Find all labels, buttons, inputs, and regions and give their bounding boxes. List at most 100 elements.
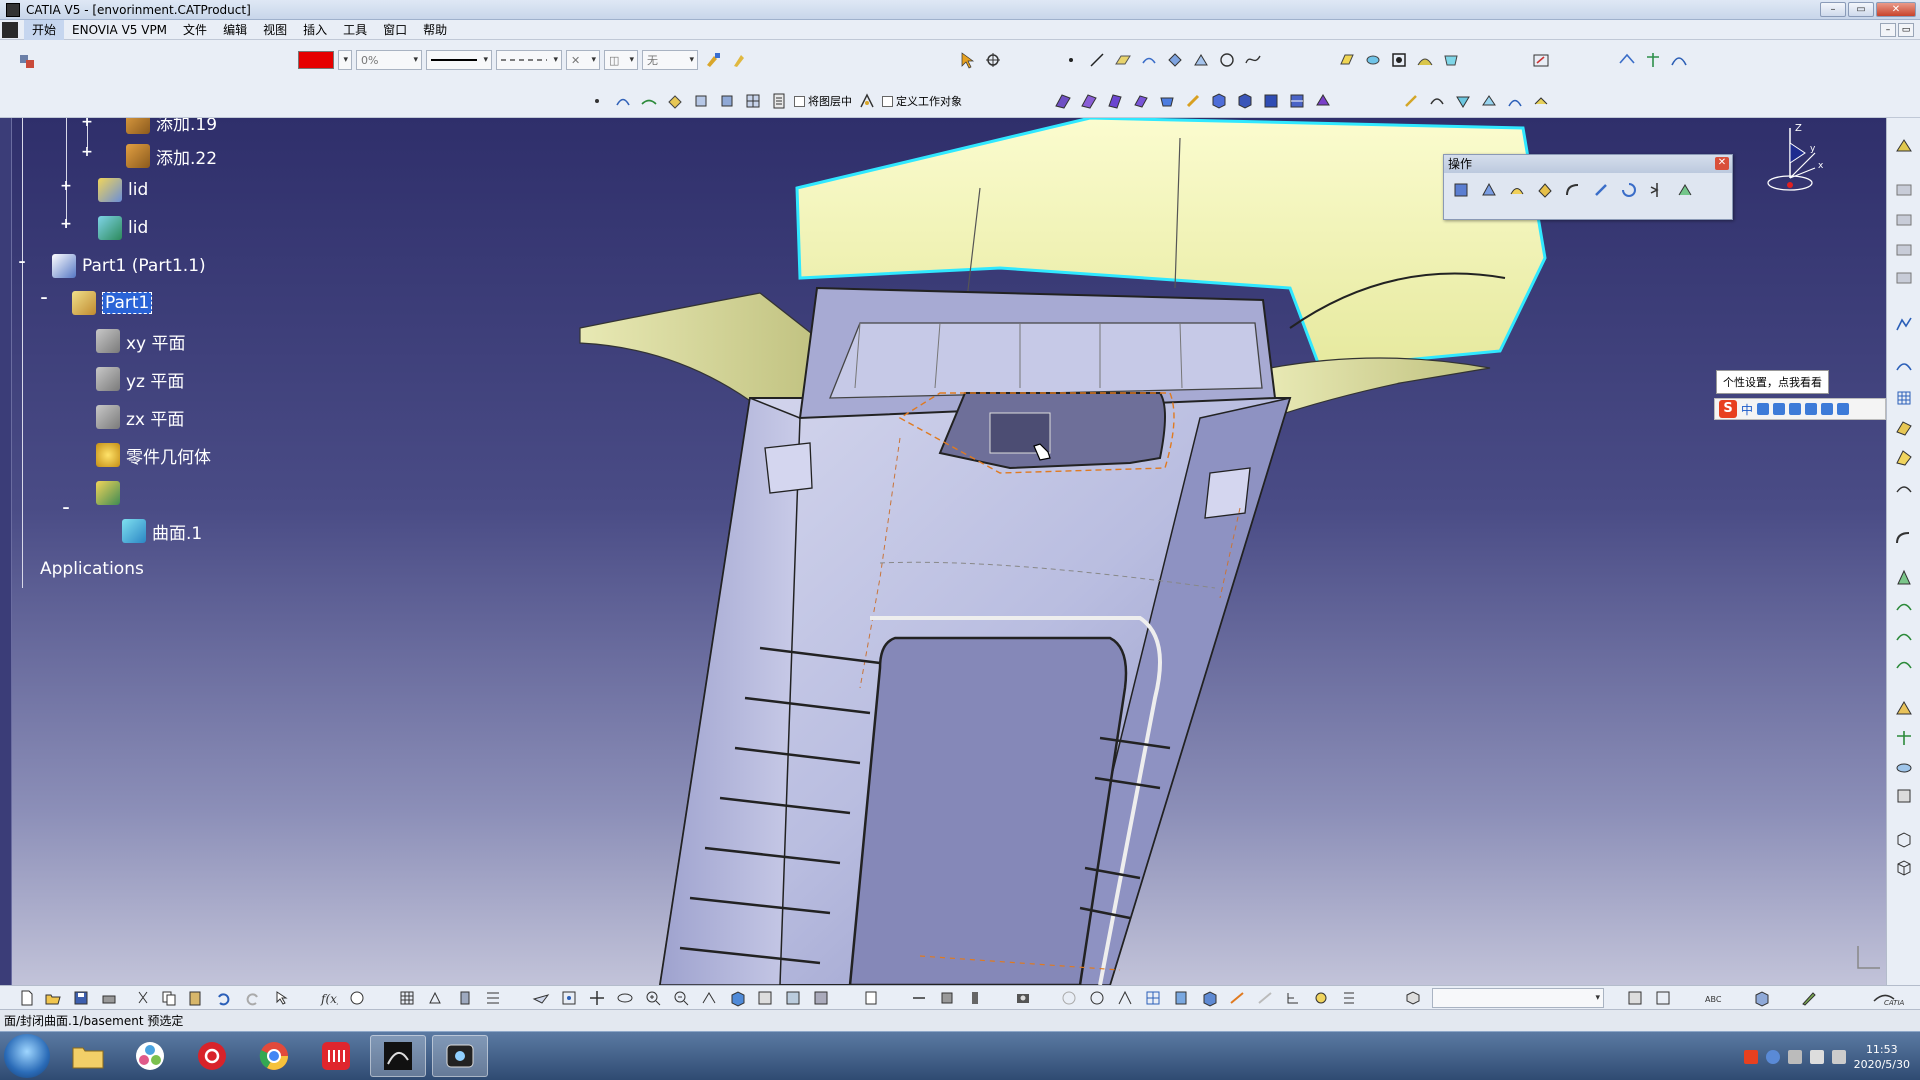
sketch-grid-icon[interactable]: [1116, 989, 1134, 1007]
layer-combo[interactable]: 无: [642, 50, 698, 70]
punctuation-icon[interactable]: [1757, 403, 1770, 415]
define-work-object-checkbox[interactable]: 定义工作对象: [882, 93, 962, 109]
transparency-combo[interactable]: 0%: [356, 50, 422, 70]
capture-icon[interactable]: [1014, 989, 1032, 1007]
color-dropdown[interactable]: [338, 50, 352, 70]
undo-icon[interactable]: [214, 989, 232, 1007]
pan-icon[interactable]: [588, 989, 606, 1007]
line-icon[interactable]: [1086, 49, 1108, 71]
thick-surface-icon[interactable]: [1234, 90, 1256, 112]
layer-3-icon[interactable]: [1894, 240, 1914, 260]
pencil-icon[interactable]: [1800, 989, 1818, 1007]
sketch-plane-icon[interactable]: [1894, 136, 1914, 156]
fly-mode-icon[interactable]: [532, 989, 550, 1007]
compass-reset-icon[interactable]: [1088, 989, 1106, 1007]
extract-op-icon[interactable]: [1534, 179, 1556, 201]
translate-op-icon[interactable]: [1590, 179, 1612, 201]
split-op-icon[interactable]: [1478, 179, 1500, 201]
abc-text-icon[interactable]: ABC: [1704, 989, 1722, 1007]
line-thickness-combo[interactable]: [426, 50, 492, 70]
dimension-icon[interactable]: [1228, 989, 1246, 1007]
boundary-op-icon[interactable]: [1506, 179, 1528, 201]
sogou-tray-icon[interactable]: [1743, 1049, 1758, 1064]
measure-inertia-icon[interactable]: [966, 989, 984, 1007]
projection-icon[interactable]: [1138, 49, 1160, 71]
connect-icon[interactable]: [1894, 356, 1914, 376]
boundary-icon[interactable]: [1104, 90, 1126, 112]
environment-icon[interactable]: [1894, 758, 1914, 778]
menu-help[interactable]: 帮助: [415, 20, 455, 40]
affinity-icon[interactable]: [1478, 90, 1500, 112]
measure-between-icon[interactable]: [910, 989, 928, 1007]
extrapolate-op-icon[interactable]: [1674, 179, 1696, 201]
symmetry-icon[interactable]: [1426, 90, 1448, 112]
taskbar-recorder[interactable]: [432, 1035, 488, 1077]
snap-icon[interactable]: [982, 49, 1004, 71]
split-solid-icon[interactable]: [1286, 90, 1308, 112]
knowledge-icon[interactable]: [426, 989, 444, 1007]
draft-icon[interactable]: [1894, 568, 1914, 588]
fill-icon[interactable]: [1440, 49, 1462, 71]
menu-view[interactable]: 视图: [255, 20, 295, 40]
light-icon[interactable]: [1312, 989, 1330, 1007]
menu-window[interactable]: 窗口: [375, 20, 415, 40]
layer-icon[interactable]: [1894, 180, 1914, 200]
maximize-button[interactable]: ▭: [1848, 2, 1874, 17]
healing-icon[interactable]: [638, 90, 660, 112]
rotate-op-icon[interactable]: [1618, 179, 1640, 201]
dress-up-icon[interactable]: [1894, 698, 1914, 718]
taskbar-app-5[interactable]: [308, 1035, 364, 1077]
axis-to-axis-icon[interactable]: [1504, 90, 1526, 112]
skin-icon[interactable]: [1821, 403, 1834, 415]
normal-view-icon[interactable]: [700, 989, 718, 1007]
3d-box-icon[interactable]: [1200, 989, 1218, 1007]
join-icon[interactable]: [612, 90, 634, 112]
minimize-button[interactable]: –: [1820, 2, 1846, 17]
bullet-icon[interactable]: [586, 90, 608, 112]
tree-node-zx-plane[interactable]: zx 平面: [96, 404, 184, 430]
taskbar-netease-music[interactable]: [184, 1035, 240, 1077]
sweep-icon[interactable]: [1414, 49, 1436, 71]
catalog-icon[interactable]: [768, 90, 790, 112]
network-tray-icon[interactable]: [1809, 1049, 1824, 1064]
scale-icon[interactable]: [1452, 90, 1474, 112]
rotate-view-icon[interactable]: [616, 989, 634, 1007]
sync-icon[interactable]: [1060, 989, 1078, 1007]
workbench-switch-icon[interactable]: [1626, 989, 1644, 1007]
tree-node-add-19[interactable]: 添加.19: [126, 118, 217, 135]
layer-2-icon[interactable]: [1894, 210, 1914, 230]
rendering-style-combo[interactable]: ◫: [604, 50, 638, 70]
tree-node-geometric-set[interactable]: [96, 480, 126, 506]
mapping-icon[interactable]: [1894, 728, 1914, 748]
curve-analysis-icon[interactable]: [1894, 596, 1914, 616]
offset-icon[interactable]: [1190, 49, 1212, 71]
save-icon[interactable]: [72, 989, 90, 1007]
intersection-icon[interactable]: [1164, 49, 1186, 71]
zoom-in-icon[interactable]: [644, 989, 662, 1007]
whats-this-icon[interactable]: [274, 989, 292, 1007]
update-icon[interactable]: [862, 989, 880, 1007]
analysis-icon[interactable]: [1616, 49, 1638, 71]
extrapolate-icon[interactable]: [1530, 90, 1552, 112]
render-icon[interactable]: [1752, 989, 1770, 1007]
tree-node-xy-plane[interactable]: xy 平面: [96, 328, 186, 354]
keyboard-icon[interactable]: [1805, 403, 1818, 415]
layout-icon[interactable]: [1654, 989, 1672, 1007]
filter-icon[interactable]: [1404, 989, 1422, 1007]
tree-expand-icon[interactable]: [1284, 989, 1302, 1007]
tree-node-applications[interactable]: Applications: [40, 556, 144, 582]
redo-icon[interactable]: [244, 989, 262, 1007]
connect-checker-icon[interactable]: [1894, 654, 1914, 674]
polyline-icon[interactable]: [1894, 314, 1914, 334]
select-arrow-icon[interactable]: [956, 49, 978, 71]
tree-node-lid-set[interactable]: lid: [98, 215, 148, 241]
shading-icon[interactable]: [812, 989, 830, 1007]
compass-icon[interactable]: Z y x: [1760, 123, 1840, 203]
ime-mode-label[interactable]: 中: [1741, 401, 1753, 418]
properties-painter-icon[interactable]: [728, 49, 750, 71]
taskbar-catia[interactable]: [370, 1035, 426, 1077]
painter-icon[interactable]: [702, 49, 724, 71]
workbench-icon[interactable]: [16, 50, 38, 72]
spline-icon[interactable]: [1242, 49, 1264, 71]
operations-close-button[interactable]: ✕: [1715, 157, 1729, 170]
